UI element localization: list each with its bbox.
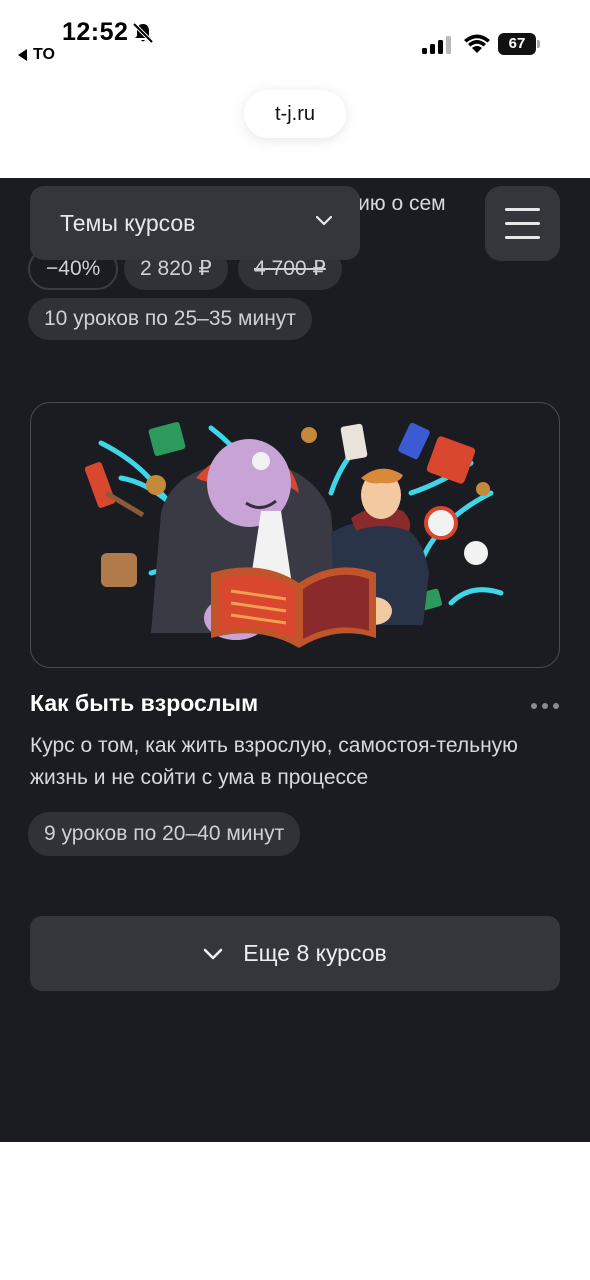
more-options-icon[interactable] bbox=[530, 702, 560, 710]
small-coin bbox=[476, 482, 490, 496]
show-more-courses-label: Еще 8 курсов bbox=[243, 940, 387, 966]
hamburger-line bbox=[505, 208, 540, 211]
creature-eye bbox=[252, 452, 270, 470]
back-arrow-icon bbox=[18, 49, 27, 61]
status-time: 12:52 bbox=[62, 18, 129, 46]
tooth bbox=[464, 541, 488, 565]
coin bbox=[146, 475, 166, 495]
green-book bbox=[148, 422, 186, 456]
battery-level: 67 bbox=[498, 33, 536, 55]
course-illustration bbox=[84, 422, 504, 648]
red-box bbox=[426, 436, 476, 484]
back-to-app-link[interactable]: TO bbox=[18, 46, 55, 64]
battery-tip bbox=[537, 40, 540, 48]
man-hair bbox=[361, 468, 403, 484]
hamburger-line bbox=[505, 236, 540, 239]
course-topics-dropdown[interactable]: Темы курсов bbox=[30, 186, 360, 260]
course-topics-label: Темы курсов bbox=[60, 209, 196, 236]
wifi-icon bbox=[464, 34, 490, 53]
hamburger-line bbox=[505, 222, 540, 225]
course-card-image[interactable] bbox=[30, 402, 560, 668]
chevron-down-icon bbox=[316, 216, 332, 226]
url-bar[interactable]: t-j.ru bbox=[244, 90, 346, 138]
small-coin bbox=[301, 427, 317, 443]
blue-book bbox=[398, 422, 430, 460]
previous-course-lessons-badge: 10 уроков по 25–35 минут bbox=[28, 298, 312, 340]
status-bar: 12:52 TO 67 bbox=[0, 0, 590, 72]
chevron-down-icon bbox=[203, 948, 223, 959]
plate bbox=[424, 506, 458, 540]
bottom-area bbox=[0, 1142, 590, 1280]
screen: 12:52 TO 67 t-j.ru мацию о сем −40% 2 82… bbox=[0, 0, 590, 1280]
menu-button[interactable] bbox=[485, 186, 560, 261]
course-description: Курс о том, как жить взрослую, самостоя-… bbox=[30, 734, 518, 789]
course-lessons-badge: 9 уроков по 20–40 минут bbox=[28, 812, 301, 856]
battery-indicator: 67 bbox=[498, 33, 540, 55]
satchel bbox=[101, 553, 137, 587]
cellular-signal-icon bbox=[422, 36, 451, 54]
back-app-label: TO bbox=[33, 46, 55, 63]
bell-muted-icon bbox=[132, 22, 154, 44]
hammer-head bbox=[84, 462, 116, 508]
paper bbox=[340, 423, 368, 461]
course-title[interactable]: Как быть взрослым bbox=[30, 690, 258, 717]
show-more-courses-button[interactable]: Еще 8 курсов bbox=[30, 916, 560, 991]
browser-toolbar: t-j.ru bbox=[0, 72, 590, 178]
page-content: мацию о сем −40% 2 820 ₽ 4 700 ₽ 10 урок… bbox=[0, 178, 590, 1142]
